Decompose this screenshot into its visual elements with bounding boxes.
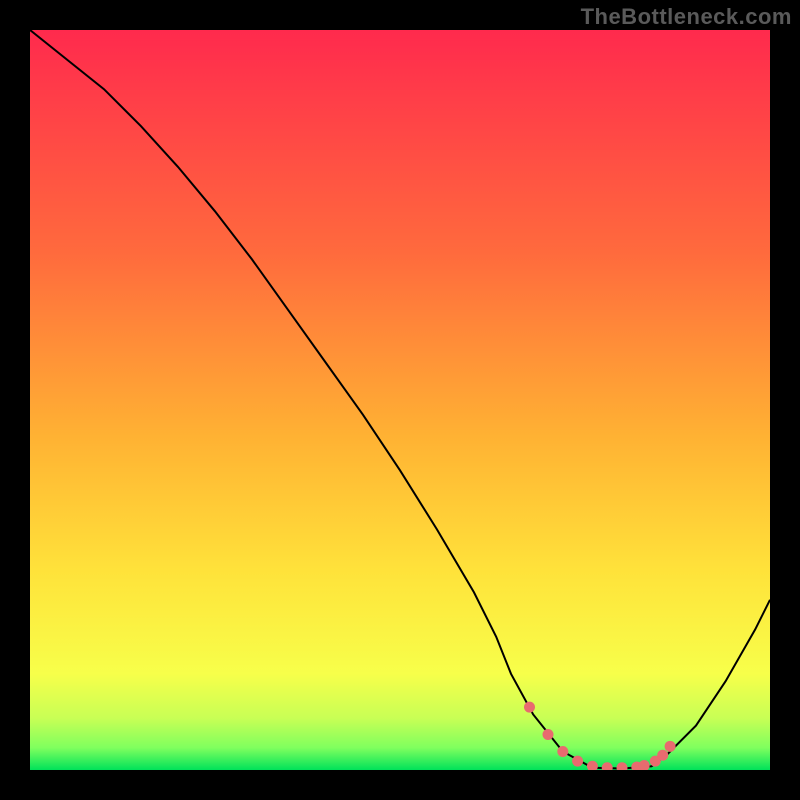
marker-dot: [524, 702, 535, 713]
plot-area: [30, 30, 770, 770]
marker-dot: [543, 729, 554, 740]
marker-dot: [657, 750, 668, 761]
marker-dot: [572, 756, 583, 767]
marker-dot: [665, 741, 676, 752]
watermark-text: TheBottleneck.com: [581, 4, 792, 30]
gradient-rect: [30, 30, 770, 770]
chart-container: TheBottleneck.com: [0, 0, 800, 800]
plot-svg: [30, 30, 770, 770]
marker-dot: [557, 746, 568, 757]
